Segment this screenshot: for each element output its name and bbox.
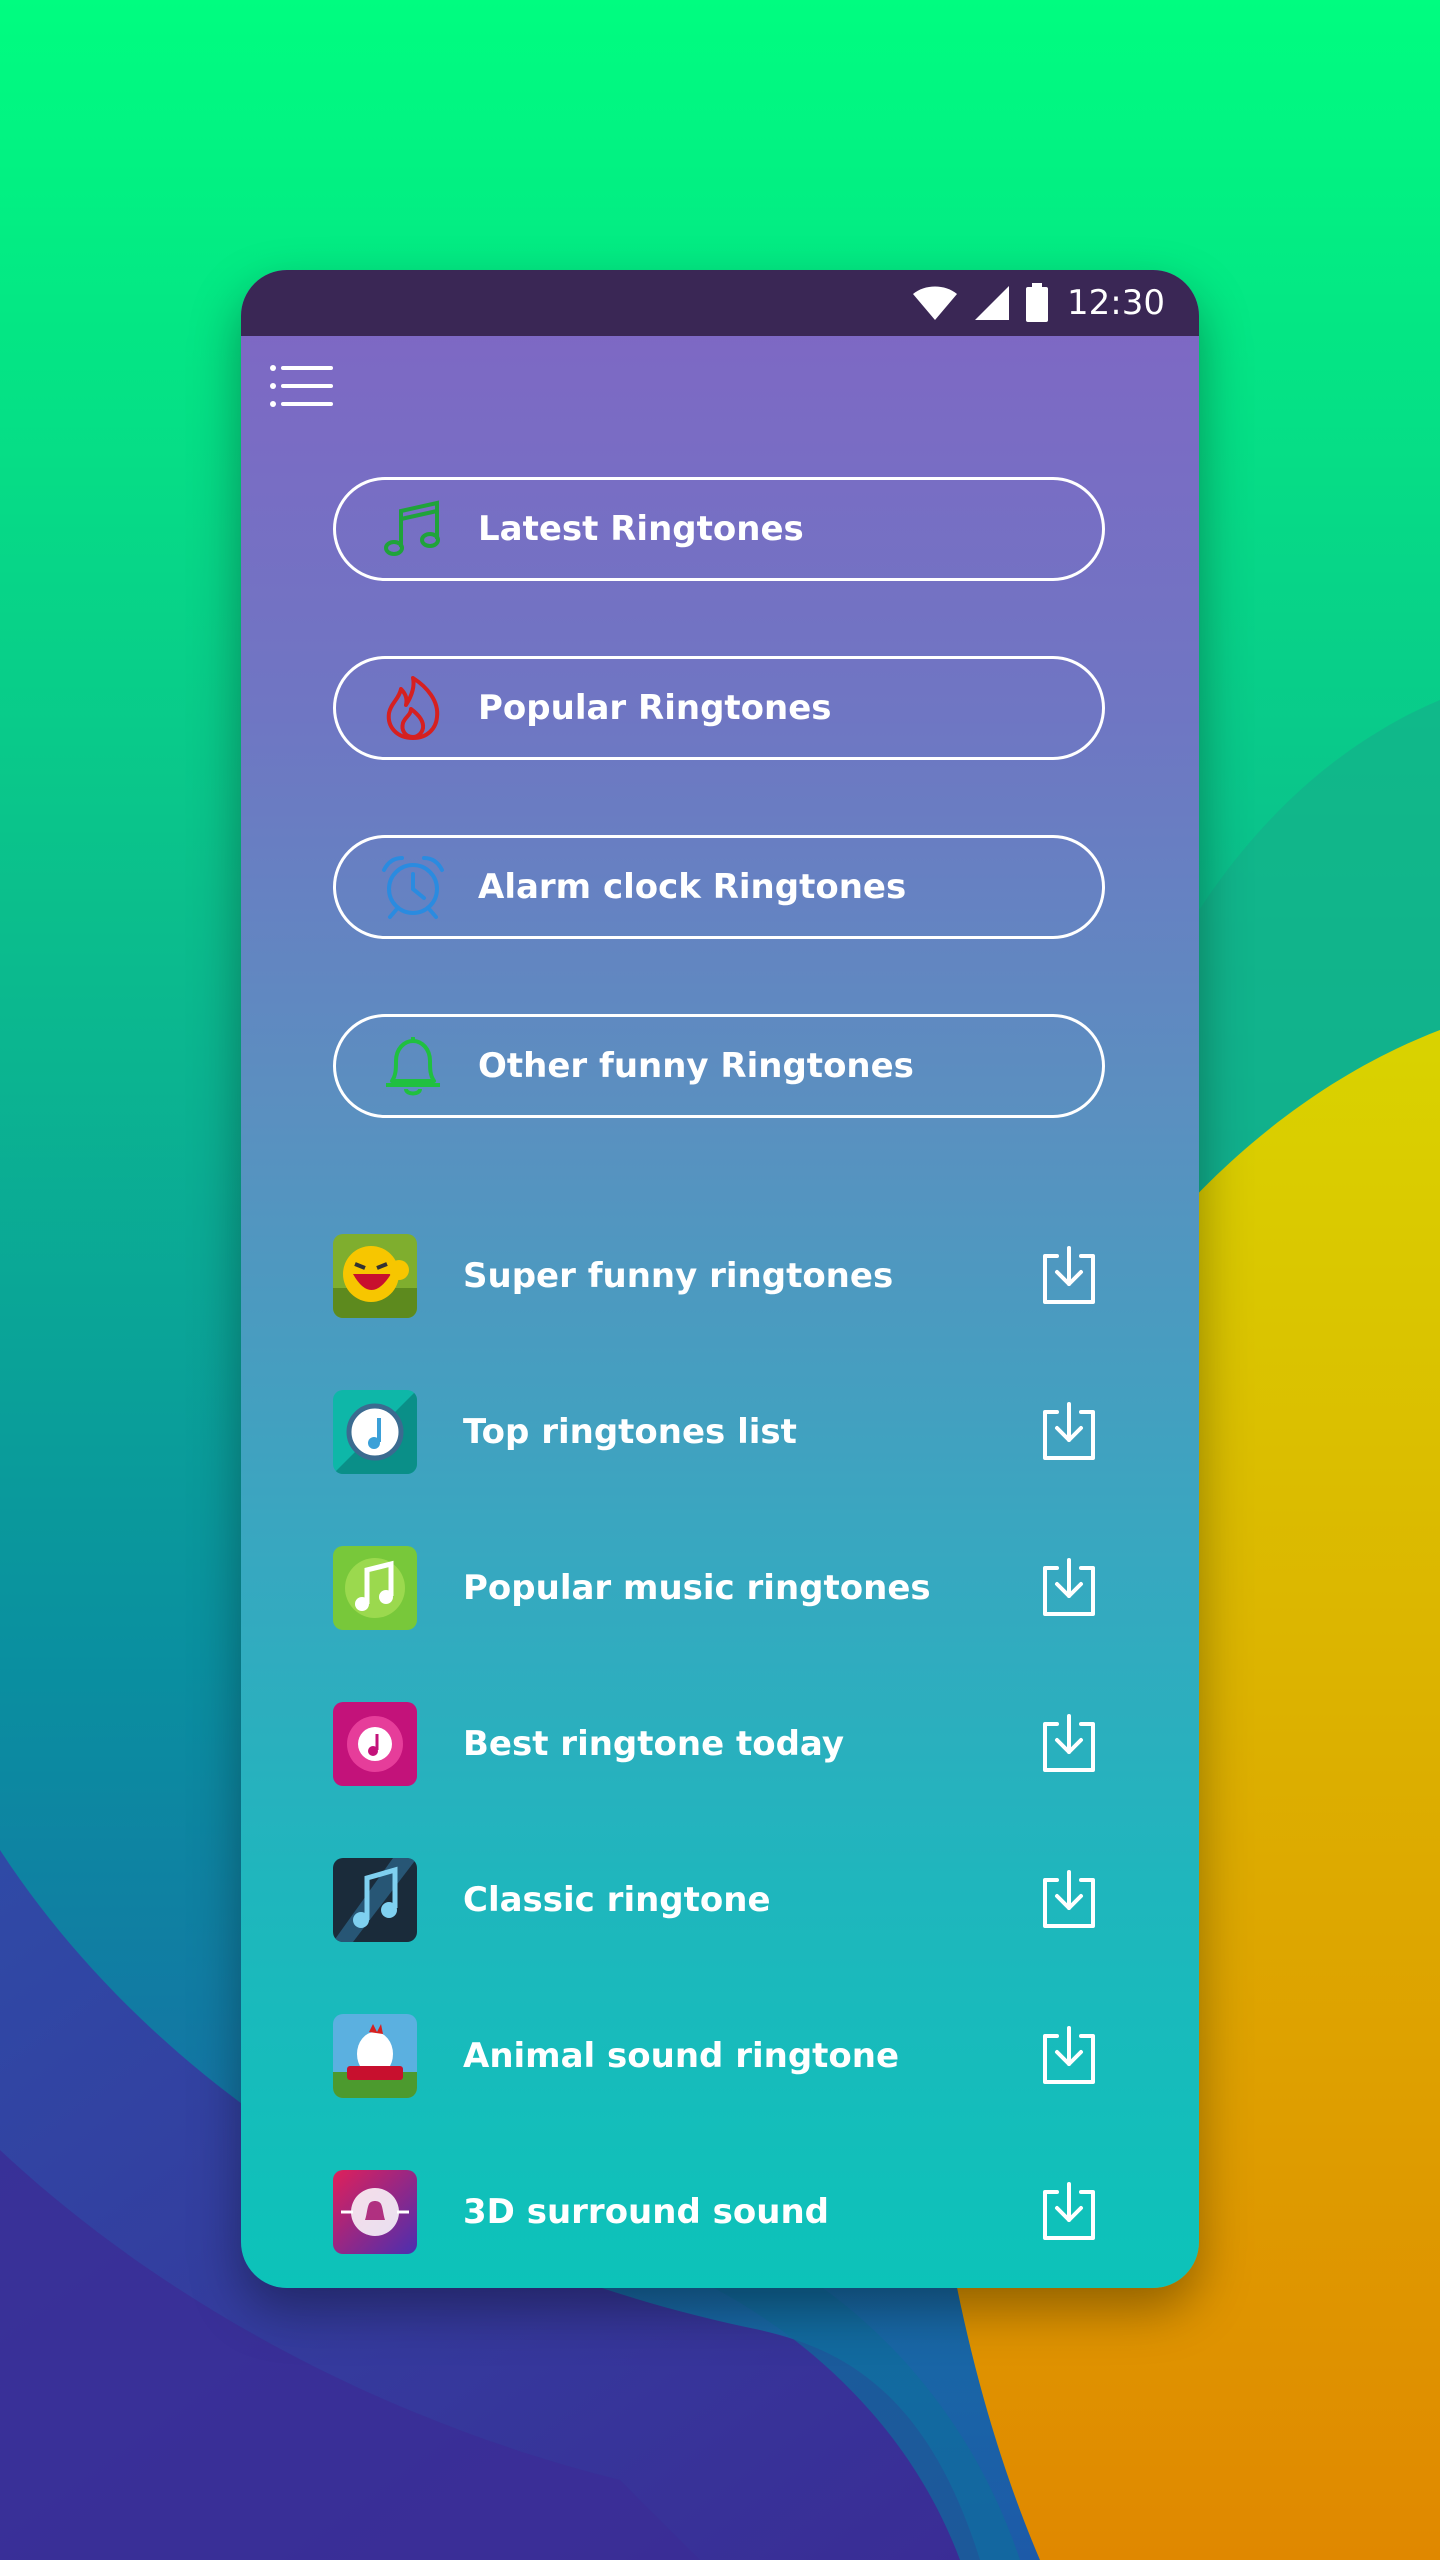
category-label: Popular Ringtones <box>478 688 832 728</box>
status-bar: 12:30 <box>241 270 1199 336</box>
list-item[interactable]: Best ringtone today <box>333 1694 1113 1794</box>
list-item[interactable]: 3D surround sound <box>333 2162 1113 2262</box>
download-icon[interactable] <box>1037 1244 1101 1308</box>
rooster-thumb <box>333 2014 417 2098</box>
list-item[interactable]: Classic ringtone <box>333 1850 1113 1950</box>
pink-disc-thumb <box>333 1702 417 1786</box>
music-note-icon <box>380 496 446 562</box>
list-item[interactable]: Top ringtones list <box>333 1382 1113 1482</box>
laughing-face-thumb <box>333 1234 417 1318</box>
alarm-clock-icon <box>380 854 446 920</box>
clock-note-thumb <box>333 1390 417 1474</box>
category-label: Alarm clock Ringtones <box>478 867 907 907</box>
download-icon[interactable] <box>1037 1400 1101 1464</box>
download-icon[interactable] <box>1037 2180 1101 2244</box>
latest-ringtones-button[interactable]: Latest Ringtones <box>333 477 1105 581</box>
list-item[interactable]: Animal sound ringtone <box>333 2006 1113 2106</box>
download-icon[interactable] <box>1037 1712 1101 1776</box>
list-item[interactable]: Popular music ringtones <box>333 1538 1113 1638</box>
download-icon[interactable] <box>1037 1556 1101 1620</box>
hamburger-menu-icon[interactable] <box>269 362 333 410</box>
green-note-thumb <box>333 1546 417 1630</box>
battery-icon <box>1025 283 1049 323</box>
status-time: 12:30 <box>1067 283 1165 323</box>
list-item[interactable]: Super funny ringtones <box>333 1226 1113 1326</box>
list-item-label: Top ringtones list <box>463 1412 797 1452</box>
list-item-label: Popular music ringtones <box>463 1568 931 1608</box>
category-label: Other funny Ringtones <box>478 1046 914 1086</box>
flame-icon <box>380 675 446 741</box>
download-icon[interactable] <box>1037 1868 1101 1932</box>
category-label: Latest Ringtones <box>478 509 804 549</box>
download-icon[interactable] <box>1037 2024 1101 2088</box>
dark-notes-thumb <box>333 1858 417 1942</box>
popular-ringtones-button[interactable]: Popular Ringtones <box>333 656 1105 760</box>
bell-icon <box>380 1033 446 1099</box>
wifi-icon <box>911 284 959 322</box>
list-item-label: Best ringtone today <box>463 1724 844 1764</box>
signal-icon <box>973 284 1011 322</box>
other-funny-ringtones-button[interactable]: Other funny Ringtones <box>333 1014 1105 1118</box>
phone-frame: 12:30 Latest Ringtones Popular Ringtones… <box>241 270 1199 2288</box>
list-item-label: Super funny ringtones <box>463 1256 894 1296</box>
list-item-label: Animal sound ringtone <box>463 2036 900 2076</box>
alarm-clock-ringtones-button[interactable]: Alarm clock Ringtones <box>333 835 1105 939</box>
list-item-label: 3D surround sound <box>463 2192 829 2232</box>
list-item-label: Classic ringtone <box>463 1880 771 1920</box>
surround-bell-thumb <box>333 2170 417 2254</box>
